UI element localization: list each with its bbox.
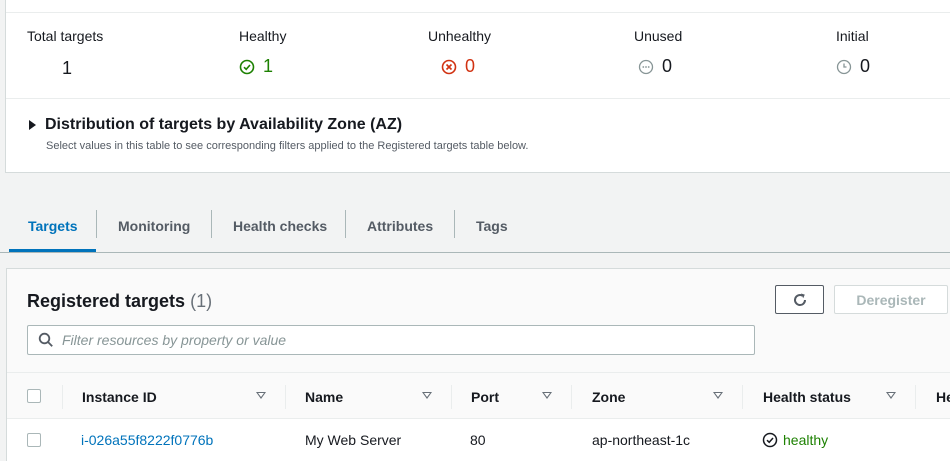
column-separator — [62, 385, 63, 409]
target-summary-panel: Total targets 1 Healthy 1 Unhealthy 0 Un… — [5, 0, 950, 173]
tab-targets[interactable]: Targets — [6, 200, 100, 252]
ellipsis-circle-icon — [638, 59, 654, 75]
tab-health-checks[interactable]: Health checks — [211, 200, 349, 252]
deregister-button[interactable]: Deregister — [834, 285, 948, 314]
tab-attributes[interactable]: Attributes — [345, 200, 455, 252]
stat-unused-value[interactable]: 0 — [662, 56, 672, 77]
column-separator — [285, 385, 286, 409]
tab-bar: Targets Monitoring Health checks Attribu… — [0, 200, 950, 253]
registered-targets-title: Registered targets — [27, 291, 186, 311]
active-tab-indicator — [9, 249, 96, 252]
stat-healthy: Healthy 1 — [239, 28, 286, 77]
stat-unused-label: Unused — [634, 28, 683, 44]
cell-name: My Web Server — [305, 432, 402, 448]
table-header: Instance ID Name Port Zone Health status… — [7, 372, 950, 419]
stat-unhealthy-value[interactable]: 0 — [465, 56, 475, 77]
stat-total-label: Total targets — [27, 28, 104, 44]
stat-unused: Unused 0 — [634, 28, 682, 77]
cell-health-status: healthy — [762, 419, 828, 461]
distribution-expander[interactable]: Distribution of targets by Availability … — [29, 116, 402, 134]
registered-targets-heading: Registered targets (1) — [27, 291, 212, 312]
stat-healthy-label: Healthy — [239, 28, 287, 44]
table-row[interactable]: i-026a55f8222f0776b My Web Server 80 ap-… — [7, 419, 950, 461]
column-separator — [451, 385, 452, 409]
refresh-button[interactable] — [775, 285, 824, 314]
check-circle-icon — [762, 432, 778, 448]
tab-tags[interactable]: Tags — [454, 200, 530, 252]
row-checkbox[interactable] — [27, 433, 41, 447]
x-circle-icon — [441, 59, 457, 75]
column-port[interactable]: Port — [471, 373, 499, 420]
check-circle-icon — [239, 59, 255, 75]
stat-initial-label: Initial — [836, 28, 869, 44]
select-all-checkbox[interactable] — [27, 389, 41, 403]
distribution-title: Distribution of targets by Availability … — [45, 116, 403, 133]
sort-icon[interactable] — [422, 392, 432, 399]
registered-targets-count: (1) — [190, 291, 213, 311]
filter-input[interactable] — [62, 332, 722, 348]
stat-initial: Initial 0 — [836, 28, 870, 77]
tab-monitoring[interactable]: Monitoring — [96, 200, 212, 252]
column-separator — [571, 385, 572, 409]
column-name[interactable]: Name — [305, 373, 343, 420]
stat-healthy-value[interactable]: 1 — [263, 56, 273, 77]
cell-port: 80 — [470, 432, 486, 448]
sort-icon[interactable] — [256, 392, 266, 399]
registered-targets-panel: Registered targets (1) Deregister Instan… — [6, 268, 950, 461]
refresh-icon — [793, 293, 806, 306]
caret-right-icon — [29, 120, 36, 130]
column-health-status[interactable]: Health status — [763, 373, 851, 420]
cell-zone: ap-northeast-1c — [592, 432, 691, 448]
column-separator — [915, 385, 916, 409]
filter-box — [27, 325, 755, 355]
stat-total-targets: Total targets 1 — [27, 28, 103, 79]
stat-unhealthy-label: Unhealthy — [428, 28, 492, 44]
sort-icon[interactable] — [542, 392, 552, 399]
top-divider — [6, 12, 950, 13]
clock-icon — [836, 59, 852, 75]
search-icon — [38, 332, 53, 347]
column-zone[interactable]: Zone — [592, 373, 625, 420]
summary-divider — [6, 98, 950, 99]
column-instance-id[interactable]: Instance ID — [82, 373, 157, 420]
health-status-text: healthy — [783, 432, 829, 448]
sort-icon[interactable] — [713, 392, 723, 399]
column-separator — [742, 385, 743, 409]
instance-id-link[interactable]: i-026a55f8222f0776b — [81, 419, 213, 461]
stat-unhealthy: Unhealthy 0 — [428, 28, 491, 77]
column-health-details[interactable]: He — [936, 373, 950, 420]
stat-total-value: 1 — [62, 58, 73, 78]
stat-initial-value[interactable]: 0 — [860, 56, 870, 77]
distribution-subtitle: Select values in this table to see corre… — [46, 140, 529, 152]
sort-icon[interactable] — [886, 392, 896, 399]
